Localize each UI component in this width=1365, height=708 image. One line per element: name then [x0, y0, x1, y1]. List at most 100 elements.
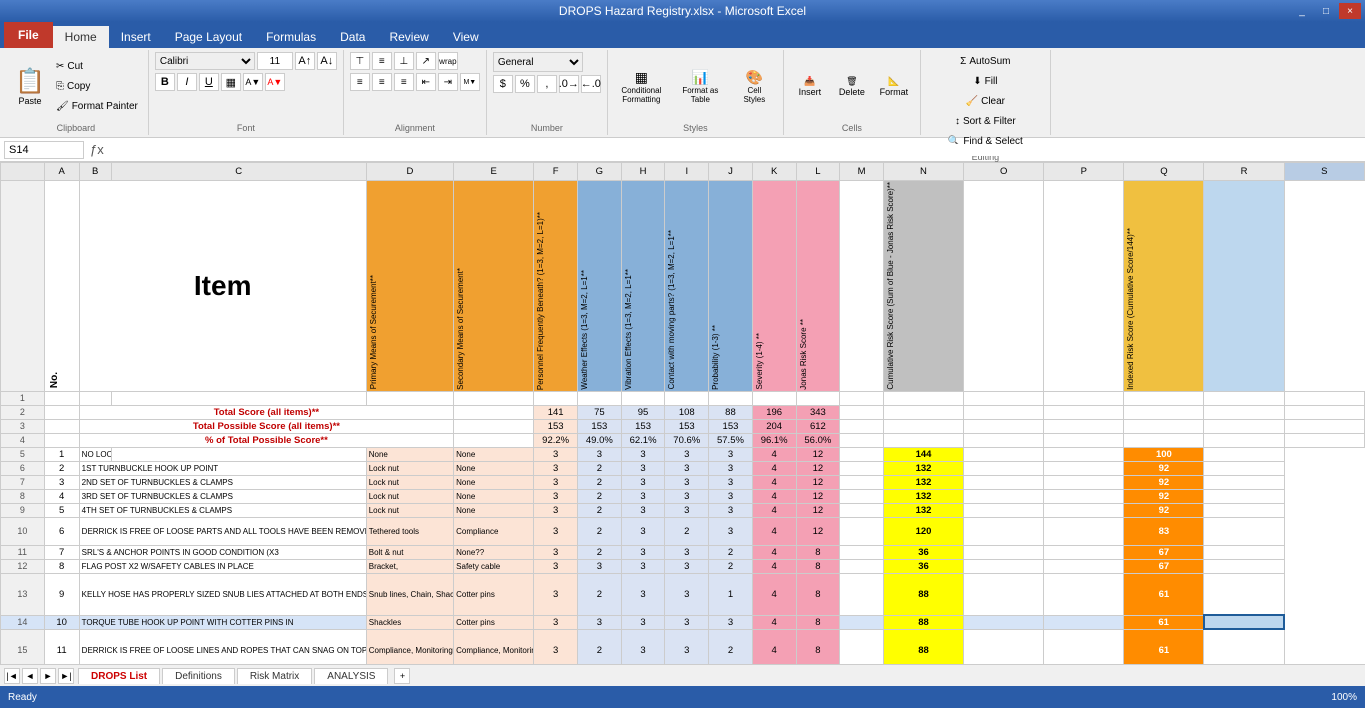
sheet-nav-next[interactable]: ► — [40, 668, 56, 684]
sheet-tab-risk-matrix[interactable]: Risk Matrix — [237, 668, 312, 684]
minimize-button[interactable]: _ — [1291, 3, 1313, 19]
fill-color-button[interactable]: A▼ — [243, 73, 263, 91]
tab-data[interactable]: Data — [328, 26, 377, 48]
tab-review[interactable]: Review — [377, 26, 440, 48]
delete-icon: 🗑 — [846, 76, 857, 87]
conditional-formatting-icon: ▦ — [635, 69, 648, 86]
diag-weather-header: Weather Effects (1=3, M=2, L=1** — [578, 181, 622, 392]
col-header-j: J — [709, 163, 753, 181]
paste-button[interactable]: 📋 Paste — [10, 57, 50, 117]
clipboard-group: 📋 Paste ✂ Cut ⎘ Copy 🖌 Format Painter Cl… — [4, 50, 149, 135]
diag-vibration-header: Vibration Effects (1=3, M=2, L=1** — [621, 181, 665, 392]
font-group: Calibri A↑ A↓ B I U ▦ A▼ A▼ Font — [149, 50, 344, 135]
conditional-formatting-button[interactable]: ▦ Conditional Formatting — [614, 57, 669, 117]
border-button[interactable]: ▦ — [221, 73, 241, 91]
sort-icon: ↕ — [955, 116, 960, 127]
sheet-nav-prev[interactable]: ◄ — [22, 668, 38, 684]
sheet-nav-first[interactable]: |◄ — [4, 668, 20, 684]
row-1: 1 — [1, 391, 1365, 405]
align-middle-button[interactable]: ≡ — [372, 52, 392, 70]
row-3: 3 Total Possible Score (all items)** 153… — [1, 419, 1365, 433]
sort-filter-button[interactable]: ↕ Sort & Filter — [951, 112, 1020, 130]
formula-bar: ƒx — [0, 138, 1365, 162]
format-painter-button[interactable]: 🖌 Format Painter — [52, 98, 142, 116]
format-as-table-icon: 📊 — [692, 69, 709, 86]
align-right-button[interactable]: ≡ — [394, 73, 414, 91]
window-controls: _ □ × — [1291, 3, 1361, 19]
diag-jonas-header: Jonas Risk Score ** — [796, 181, 840, 392]
increase-font-button[interactable]: A↑ — [295, 52, 315, 70]
corner-cell — [1, 163, 45, 181]
number-format-select[interactable]: General — [493, 52, 583, 72]
italic-button[interactable]: I — [177, 73, 197, 91]
col-header-g: G — [578, 163, 622, 181]
align-bottom-button[interactable]: ⊥ — [394, 52, 414, 70]
font-label: Font — [237, 121, 255, 133]
currency-button[interactable]: $ — [493, 75, 513, 93]
col-header-q: Q — [1124, 163, 1204, 181]
tab-home[interactable]: Home — [53, 26, 109, 48]
row-13: 13 9 KELLY HOSE HAS PROPERLY SIZED SNUB … — [1, 573, 1365, 615]
col-header-d: D — [366, 163, 453, 181]
underline-button[interactable]: U — [199, 73, 219, 91]
align-top-button[interactable]: ⊤ — [350, 52, 370, 70]
cell-styles-icon: 🎨 — [746, 69, 763, 86]
sheet-nav-last[interactable]: ►| — [58, 668, 74, 684]
merge-center-button[interactable]: M▼ — [460, 73, 480, 91]
bold-button[interactable]: B — [155, 73, 175, 91]
diag-empty-p — [964, 181, 1044, 392]
insert-button[interactable]: 📥 Insert — [790, 57, 830, 117]
decrease-font-button[interactable]: A↓ — [317, 52, 337, 70]
autosum-button[interactable]: Σ AutoSum — [956, 52, 1014, 70]
col-header-a: A — [44, 163, 79, 181]
sheet-tab-analysis[interactable]: ANALYSIS — [314, 668, 388, 684]
diag-cumulative-header: Cumulative Risk Score (Sum of Blue - Jon… — [883, 181, 963, 392]
font-name-select[interactable]: Calibri — [155, 52, 255, 70]
cell-styles-button[interactable]: 🎨 Cell Styles — [732, 57, 777, 117]
tab-formulas[interactable]: Formulas — [254, 26, 328, 48]
diag-empty-n — [840, 181, 884, 392]
col-header-n: N — [883, 163, 963, 181]
percent-button[interactable]: % — [515, 75, 535, 93]
copy-icon: ⎘ — [56, 81, 64, 92]
tab-page-layout[interactable]: Page Layout — [163, 26, 254, 48]
sheet-tab-definitions[interactable]: Definitions — [162, 668, 235, 684]
tab-view[interactable]: View — [441, 26, 491, 48]
increase-indent-button[interactable]: ⇥ — [438, 73, 458, 91]
format-as-table-button[interactable]: 📊 Format as Table — [673, 57, 728, 117]
increase-decimal-button[interactable]: .0→ — [559, 75, 579, 93]
delete-button[interactable]: 🗑 Delete — [832, 57, 872, 117]
cell-reference-input[interactable] — [4, 141, 84, 159]
font-color-button[interactable]: A▼ — [265, 73, 285, 91]
angle-text-button[interactable]: ↗ — [416, 52, 436, 70]
close-button[interactable]: × — [1339, 3, 1361, 19]
comma-button[interactable]: , — [537, 75, 557, 93]
alignment-label: Alignment — [395, 121, 435, 133]
fill-button[interactable]: ⬇ Fill — [969, 72, 1001, 90]
item-header-cell: Item — [79, 181, 366, 392]
paste-icon: 📋 — [15, 67, 45, 96]
formula-input[interactable] — [110, 144, 1361, 156]
font-size-input[interactable] — [257, 52, 293, 70]
copy-button[interactable]: ⎘ Copy — [52, 78, 142, 96]
align-left-button[interactable]: ≡ — [350, 73, 370, 91]
sheet-tab-drops-list[interactable]: DROPS List — [78, 668, 160, 684]
align-center-button[interactable]: ≡ — [372, 73, 392, 91]
maximize-button[interactable]: □ — [1315, 3, 1337, 19]
clear-button[interactable]: 🧹 Clear — [962, 92, 1009, 110]
col-header-i: I — [665, 163, 709, 181]
editing-group: Σ AutoSum ⬇ Fill 🧹 Clear ↕ Sort & Filter… — [921, 50, 1051, 135]
row-10: 10 6 DERRICK IS FREE OF LOOSE PARTS AND … — [1, 517, 1365, 545]
diag-contact-header: Contact with moving parts? (1=3, M=2, L=… — [665, 181, 709, 392]
col-header-f: F — [534, 163, 578, 181]
styles-label: Styles — [683, 121, 708, 133]
diag-row-num — [1, 181, 45, 392]
format-button[interactable]: 📐 Format — [874, 57, 914, 117]
wrap-text-button[interactable]: wrap — [438, 52, 458, 70]
decrease-indent-button[interactable]: ⇤ — [416, 73, 436, 91]
cut-button[interactable]: ✂ Cut — [52, 58, 142, 76]
insert-worksheet-button[interactable]: + — [394, 668, 410, 684]
tab-file[interactable]: File — [4, 22, 53, 48]
decrease-decimal-button[interactable]: ←.0 — [581, 75, 601, 93]
tab-insert[interactable]: Insert — [109, 26, 163, 48]
